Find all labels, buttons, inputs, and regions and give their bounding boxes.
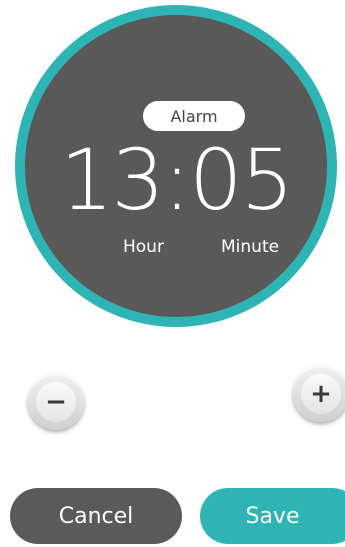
hour-label: Hour xyxy=(123,237,164,257)
decrement-button[interactable]: − xyxy=(28,374,84,430)
clock-dial-ring: Alarm 13:05 Hour Minute xyxy=(15,5,337,327)
save-button[interactable]: Save xyxy=(200,488,345,544)
increment-button[interactable]: + xyxy=(293,366,345,422)
minute-label: Minute xyxy=(221,237,280,257)
time-display[interactable]: 13:05 xyxy=(25,130,327,230)
mode-badge[interactable]: Alarm xyxy=(143,101,245,131)
cancel-button[interactable]: Cancel xyxy=(10,488,182,544)
minus-icon: − xyxy=(36,382,76,422)
clock-dial: Alarm 13:05 Hour Minute xyxy=(25,15,327,317)
plus-icon: + xyxy=(301,374,341,414)
